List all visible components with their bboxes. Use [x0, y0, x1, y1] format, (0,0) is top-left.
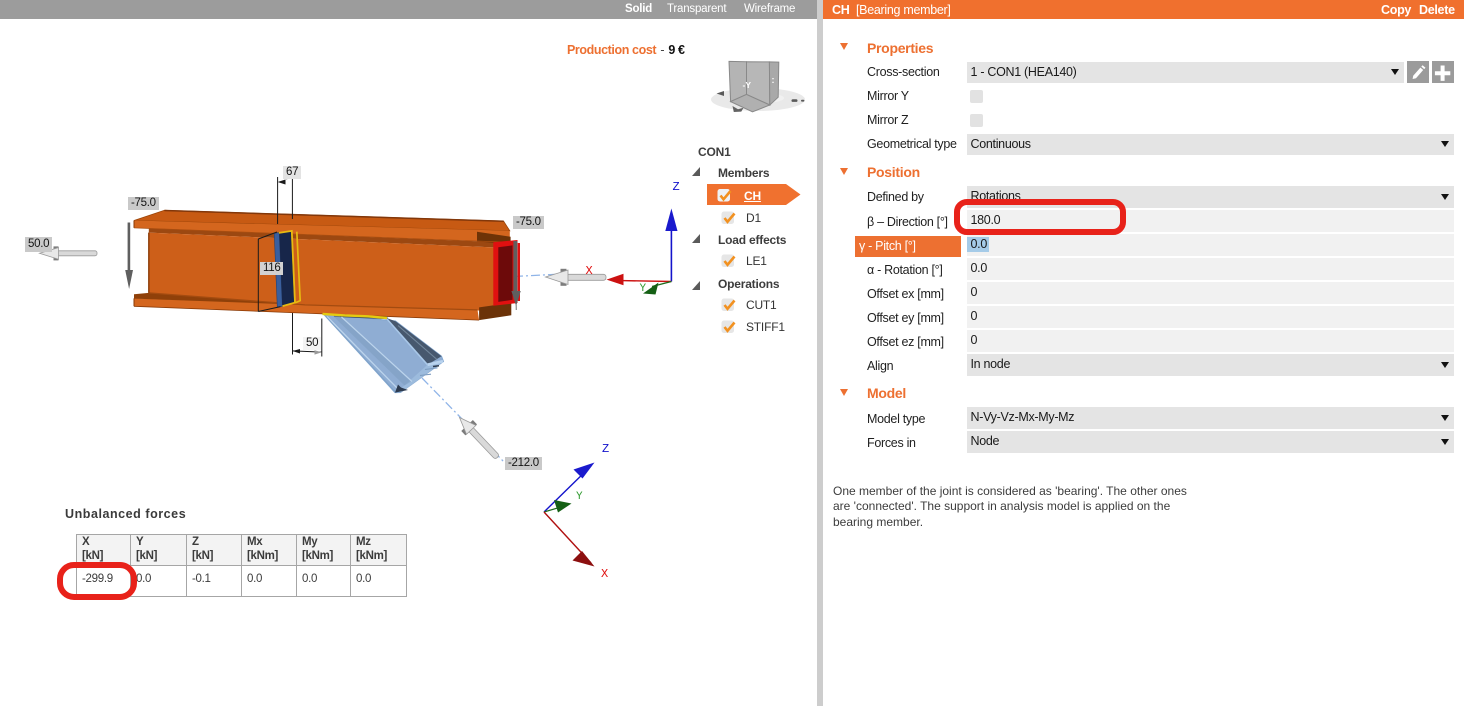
svg-text::: : — [772, 75, 775, 85]
svg-text:Z: Z — [602, 442, 609, 456]
svg-text:-Y: -Y — [743, 80, 752, 90]
svg-text:Y: Y — [640, 283, 647, 295]
svg-text:X: X — [586, 264, 593, 278]
svg-text:Y: Y — [576, 491, 583, 503]
svg-text:X: X — [601, 567, 608, 581]
svg-text:Z: Z — [673, 180, 680, 194]
